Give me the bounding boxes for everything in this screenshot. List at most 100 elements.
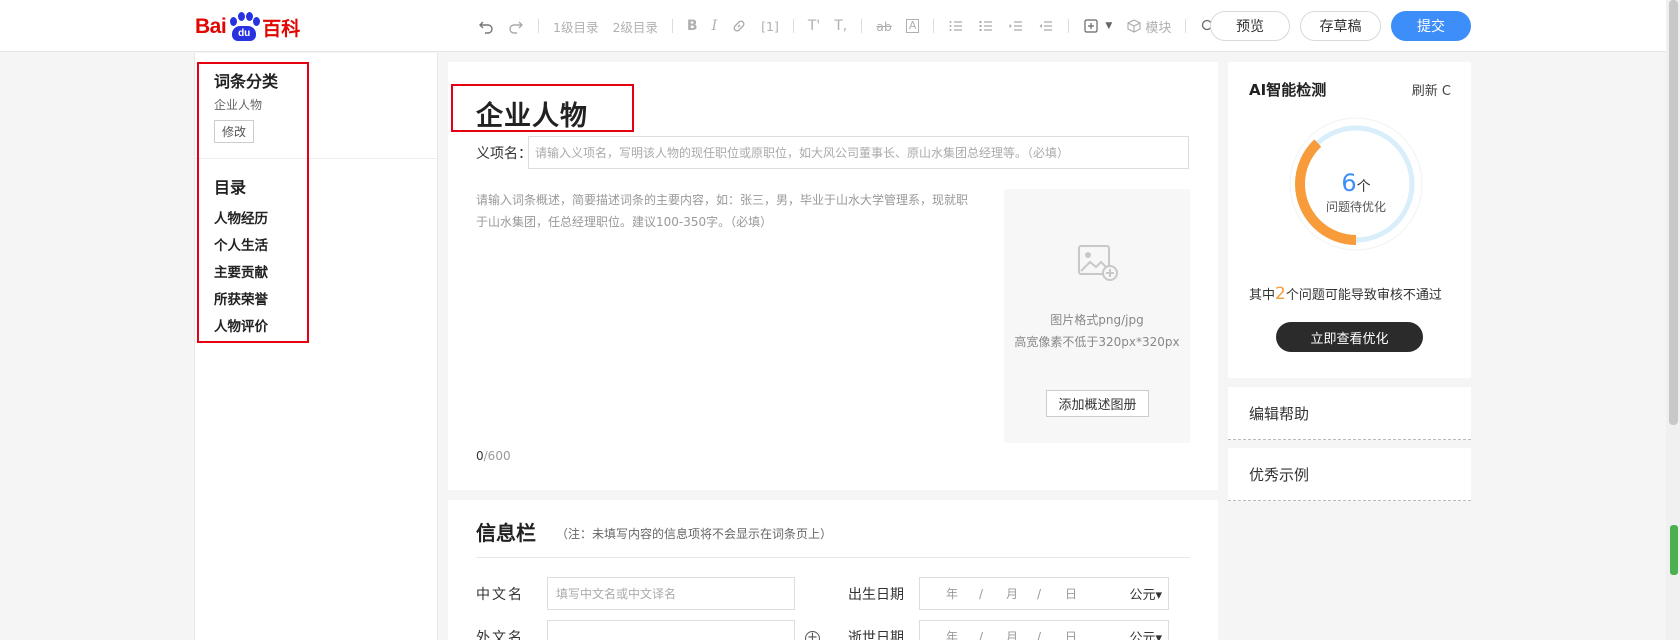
editor-toolbar: 1级目录 2级目录 B I [1] T' T, ab A ▼ 模块: [478, 14, 1230, 38]
ai-summary-count: 2: [1275, 284, 1286, 304]
char-count-current: 0: [476, 449, 484, 463]
date-month: 月: [1006, 630, 1019, 640]
toc-item[interactable]: 人物评价: [214, 315, 268, 335]
undo-icon[interactable]: [478, 14, 494, 38]
bold-button[interactable]: B: [687, 14, 698, 38]
preview-button[interactable]: 预览: [1210, 11, 1290, 41]
date-sep: /: [979, 629, 984, 640]
date-month: 月: [1006, 587, 1019, 601]
char-count-max: /600: [483, 449, 511, 463]
category-title: 词条分类: [214, 72, 279, 91]
issue-count-number: 6: [1341, 169, 1357, 197]
add-field-icon[interactable]: +: [805, 631, 820, 640]
issue-subtitle: 问题待优化: [1325, 200, 1386, 214]
ai-check-card: AI智能检测 刷新 C 6个 问题待优化 其中2个问题可能导致审核不通过 立即查…: [1228, 62, 1471, 378]
summary-textarea[interactable]: 请输入词条概述，简要描述词条的主要内容，如：张三，男，毕业于山水大学管理系，现就…: [476, 189, 976, 233]
logo-paw-icon: du: [227, 12, 261, 42]
logo-du-text: du: [232, 26, 257, 41]
birth-date-label: 出生日期: [848, 587, 904, 603]
edit-help-link[interactable]: 编辑帮助: [1228, 387, 1471, 440]
entry-editor-card: 企业人物 义项名： 请输入义项名，写明该人物的现任职位或原职位，如大风公司董事长…: [448, 62, 1218, 490]
death-date-label: 逝世日期: [848, 630, 904, 640]
image-size-hint: 高宽像素不低于320px*320px: [1014, 335, 1180, 349]
toolbar-divider: [861, 19, 863, 33]
char-count: 0/600: [476, 449, 511, 463]
era-select[interactable]: 公元▾: [1129, 584, 1162, 603]
toolbar-divider: [1185, 19, 1187, 33]
birth-date-input[interactable]: 年 / 月 / 日 公元▾: [919, 577, 1169, 610]
info-box-card: 信息栏 （注：未填写内容的信息项将不会显示在词条页上） 中文名 填写中文名或中文…: [448, 500, 1218, 640]
issue-count: 6个: [1288, 169, 1424, 197]
refresh-button[interactable]: 刷新 C: [1412, 80, 1451, 99]
toc-title: 目录: [214, 178, 247, 197]
toolbar-divider: [671, 19, 673, 33]
summary-image-box[interactable]: 图片格式png/jpg 高宽像素不低于320px*320px 添加概述图册: [1004, 189, 1190, 443]
cube-icon: [1127, 19, 1141, 33]
toolbar-divider: [792, 19, 794, 33]
toc-item[interactable]: 个人生活: [214, 234, 268, 254]
examples-link[interactable]: 优秀示例: [1228, 448, 1471, 501]
ai-summary-suffix: 个问题可能导致审核不通过: [1285, 288, 1442, 303]
toolbar-divider: [538, 19, 539, 33]
yixiang-label: 义项名：: [476, 146, 532, 162]
toc-item[interactable]: 主要贡献: [214, 261, 268, 281]
reference-button[interactable]: [1]: [761, 14, 779, 38]
death-date-input[interactable]: 年 / 月 / 日 公元▾: [919, 620, 1169, 640]
module-button[interactable]: 模块: [1126, 14, 1171, 38]
toc-item[interactable]: 所获荣誉: [214, 288, 268, 308]
module-label: 模块: [1145, 20, 1172, 36]
view-optimize-button[interactable]: 立即查看优化: [1276, 322, 1423, 352]
issue-count-unit: 个: [1356, 179, 1371, 195]
yixiang-input[interactable]: 请输入义项名，写明该人物的现任职位或原职位，如大风公司董事长、原山水集团总经理等…: [528, 136, 1189, 169]
entry-title[interactable]: 企业人物: [476, 94, 588, 133]
logo-bai-text: Bai: [195, 15, 227, 38]
foreign-name-input[interactable]: [547, 620, 795, 640]
ordered-list-icon[interactable]: [948, 14, 964, 38]
add-summary-image-button[interactable]: 添加概述图册: [1046, 390, 1149, 417]
ai-summary-prefix: 其中: [1249, 288, 1276, 303]
top-header: Bai du 百科 1级目录 2级目录 B I [1] T' T, ab A ▼…: [0, 0, 1680, 52]
strikethrough-button[interactable]: ab: [876, 14, 892, 38]
toolbar-divider: [1068, 19, 1070, 33]
link-icon[interactable]: [731, 14, 747, 38]
image-format-hint: 图片格式png/jpg: [1050, 313, 1144, 327]
superscript-button[interactable]: T': [808, 14, 820, 38]
toc-level2-button[interactable]: 2级目录: [612, 14, 657, 38]
info-note: （注：未填写内容的信息项将不会显示在词条页上）: [556, 527, 833, 541]
date-year: 年: [946, 587, 959, 601]
insert-icon[interactable]: [1083, 14, 1099, 38]
info-divider: [476, 557, 1190, 558]
edit-category-button[interactable]: 修改: [214, 120, 254, 143]
era-select[interactable]: 公元▾: [1129, 627, 1162, 640]
date-day: 日: [1065, 630, 1078, 640]
date-year: 年: [946, 630, 959, 640]
date-sep: /: [1037, 629, 1042, 640]
chinese-name-label: 中文名: [476, 587, 524, 603]
date-sep: /: [979, 586, 984, 601]
save-draft-button[interactable]: 存草稿: [1300, 11, 1381, 41]
sidebar-divider: [195, 158, 437, 159]
toc-item[interactable]: 人物经历: [214, 207, 268, 227]
textbox-button[interactable]: A: [905, 19, 920, 33]
italic-button[interactable]: I: [712, 14, 718, 38]
baidu-baike-logo[interactable]: Bai du 百科: [195, 12, 300, 42]
examples-label: 优秀示例: [1249, 466, 1310, 484]
subscript-button[interactable]: T,: [834, 14, 847, 38]
category-value: 企业人物: [214, 98, 263, 112]
date-day: 日: [1065, 587, 1078, 601]
scrollbar-thumb[interactable]: [1669, 0, 1678, 425]
scroll-indicator: [1670, 525, 1678, 575]
insert-dropdown-icon[interactable]: ▼: [1105, 14, 1112, 38]
date-sep: /: [1037, 586, 1042, 601]
outdent-icon[interactable]: [1038, 14, 1054, 38]
redo-icon[interactable]: [508, 14, 524, 38]
indent-icon[interactable]: [1008, 14, 1024, 38]
ai-check-title: AI智能检测: [1249, 81, 1327, 99]
logo-baike-text: 百科: [262, 17, 301, 40]
submit-button[interactable]: 提交: [1391, 11, 1471, 41]
left-sidebar: 词条分类 企业人物 修改 目录 人物经历 个人生活 主要贡献 所获荣誉 人物评价: [194, 53, 438, 640]
toolbar-divider: [933, 19, 935, 33]
chinese-name-input[interactable]: 填写中文名或中文译名: [547, 577, 795, 610]
toc-level1-button[interactable]: 1级目录: [553, 14, 598, 38]
unordered-list-icon[interactable]: [978, 14, 994, 38]
